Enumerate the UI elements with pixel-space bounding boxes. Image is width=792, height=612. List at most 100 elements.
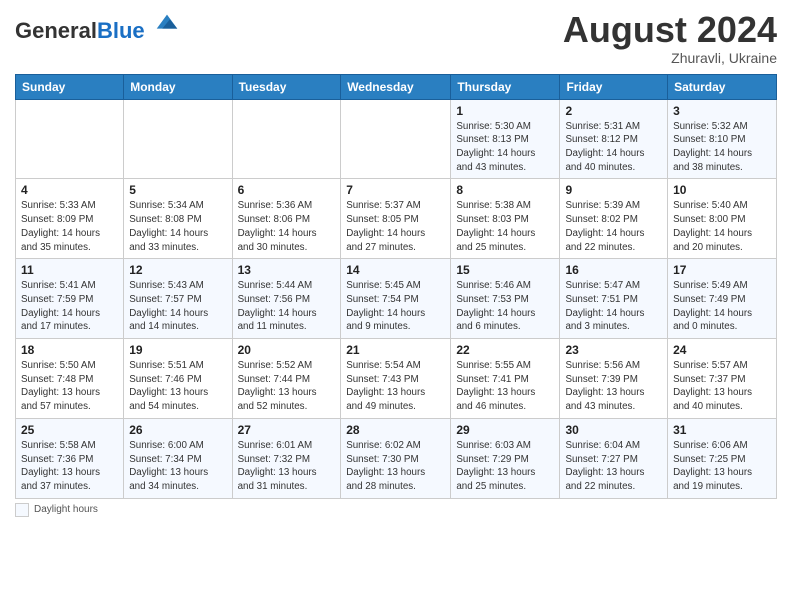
day-info: Sunrise: 5:45 AMSunset: 7:54 PMDaylight:… — [346, 279, 445, 334]
day-info: Sunrise: 5:50 AMSunset: 7:48 PMDaylight:… — [21, 359, 118, 414]
logo: GeneralBlue — [15, 10, 181, 43]
page-header: GeneralBlue August 2024 Zhuravli, Ukrain… — [15, 10, 777, 66]
day-number: 29 — [456, 423, 554, 437]
calendar-cell: 17 Sunrise: 5:49 AMSunset: 7:49 PMDayligh… — [668, 259, 777, 339]
day-info: Sunrise: 5:43 AMSunset: 7:57 PMDaylight:… — [129, 279, 226, 334]
day-info: Sunrise: 5:57 AMSunset: 7:37 PMDaylight:… — [673, 359, 771, 414]
calendar-cell: 6 Sunrise: 5:36 AMSunset: 8:06 PMDaylight… — [232, 179, 341, 259]
day-number: 8 — [456, 183, 554, 197]
day-info: Sunrise: 5:32 AMSunset: 8:10 PMDaylight:… — [673, 120, 771, 175]
calendar-cell: 26 Sunrise: 6:00 AMSunset: 7:34 PMDayligh… — [124, 418, 232, 498]
day-info: Sunrise: 5:56 AMSunset: 7:39 PMDaylight:… — [565, 359, 662, 414]
day-number: 7 — [346, 183, 445, 197]
calendar-cell: 3 Sunrise: 5:32 AMSunset: 8:10 PMDaylight… — [668, 99, 777, 179]
calendar-cell: 1 Sunrise: 5:30 AMSunset: 8:13 PMDaylight… — [451, 99, 560, 179]
header-wednesday: Wednesday — [341, 74, 451, 99]
day-number: 14 — [346, 263, 445, 277]
day-number: 13 — [238, 263, 336, 277]
day-info: Sunrise: 6:00 AMSunset: 7:34 PMDaylight:… — [129, 439, 226, 494]
day-info: Sunrise: 6:06 AMSunset: 7:25 PMDaylight:… — [673, 439, 771, 494]
logo-icon — [153, 10, 181, 38]
calendar-week-row: 1 Sunrise: 5:30 AMSunset: 8:13 PMDaylight… — [16, 99, 777, 179]
day-info: Sunrise: 5:36 AMSunset: 8:06 PMDaylight:… — [238, 199, 336, 254]
calendar-cell: 24 Sunrise: 5:57 AMSunset: 7:37 PMDayligh… — [668, 339, 777, 419]
calendar-table: Sunday Monday Tuesday Wednesday Thursday… — [15, 74, 777, 499]
day-number: 20 — [238, 343, 336, 357]
calendar-cell: 12 Sunrise: 5:43 AMSunset: 7:57 PMDayligh… — [124, 259, 232, 339]
calendar-cell: 27Sunrise: 6:01 AMSunset: 7:32 PMDayligh… — [232, 418, 341, 498]
legend-label: Daylight hours — [34, 504, 98, 515]
day-number: 30 — [565, 423, 662, 437]
calendar-cell: 28Sunrise: 6:02 AMSunset: 7:30 PMDayligh… — [341, 418, 451, 498]
weekday-header-row: Sunday Monday Tuesday Wednesday Thursday… — [16, 74, 777, 99]
day-info: Sunrise: 5:51 AMSunset: 7:46 PMDaylight:… — [129, 359, 226, 414]
day-number: 4 — [21, 183, 118, 197]
calendar-cell — [16, 99, 124, 179]
day-number: 18 — [21, 343, 118, 357]
day-number: 22 — [456, 343, 554, 357]
day-number: 21 — [346, 343, 445, 357]
day-number: 11 — [21, 263, 118, 277]
calendar-cell: 7Sunrise: 5:37 AMSunset: 8:05 PMDaylight… — [341, 179, 451, 259]
calendar-cell: 8Sunrise: 5:38 AMSunset: 8:03 PMDaylight… — [451, 179, 560, 259]
calendar-week-row: 18 Sunrise: 5:50 AMSunset: 7:48 PMDayligh… — [16, 339, 777, 419]
day-info: Sunrise: 5:44 AMSunset: 7:56 PMDaylight:… — [238, 279, 336, 334]
day-info: Sunrise: 5:46 AMSunset: 7:53 PMDaylight:… — [456, 279, 554, 334]
calendar-cell: 13 Sunrise: 5:44 AMSunset: 7:56 PMDayligh… — [232, 259, 341, 339]
calendar-cell: 31Sunrise: 6:06 AMSunset: 7:25 PMDayligh… — [668, 418, 777, 498]
day-info: Sunrise: 5:58 AMSunset: 7:36 PMDaylight:… — [21, 439, 118, 494]
day-info: Sunrise: 5:52 AMSunset: 7:44 PMDaylight:… — [238, 359, 336, 414]
day-info: Sunrise: 5:54 AMSunset: 7:43 PMDaylight:… — [346, 359, 445, 414]
calendar-cell: 14 Sunrise: 5:45 AMSunset: 7:54 PMDayligh… — [341, 259, 451, 339]
day-number: 24 — [673, 343, 771, 357]
month-year-title: August 2024 — [563, 10, 777, 50]
day-number: 2 — [565, 104, 662, 118]
calendar-cell: 23Sunrise: 5:56 AMSunset: 7:39 PMDayligh… — [560, 339, 668, 419]
day-info: Sunrise: 6:03 AMSunset: 7:29 PMDaylight:… — [456, 439, 554, 494]
calendar-cell: 16 Sunrise: 5:47 AMSunset: 7:51 PMDayligh… — [560, 259, 668, 339]
day-number: 16 — [565, 263, 662, 277]
calendar-cell: 11 Sunrise: 5:41 AMSunset: 7:59 PMDayligh… — [16, 259, 124, 339]
day-info: Sunrise: 5:49 AMSunset: 7:49 PMDaylight:… — [673, 279, 771, 334]
location-subtitle: Zhuravli, Ukraine — [563, 50, 777, 66]
calendar-cell: 30 Sunrise: 6:04 AMSunset: 7:27 PMDayligh… — [560, 418, 668, 498]
day-number: 12 — [129, 263, 226, 277]
day-number: 9 — [565, 183, 662, 197]
title-block: August 2024 Zhuravli, Ukraine — [563, 10, 777, 66]
day-info: Sunrise: 5:40 AMSunset: 8:00 PMDaylight:… — [673, 199, 771, 254]
calendar-cell — [232, 99, 341, 179]
day-info: Sunrise: 5:39 AMSunset: 8:02 PMDaylight:… — [565, 199, 662, 254]
calendar-cell — [341, 99, 451, 179]
header-monday: Monday — [124, 74, 232, 99]
calendar-cell: 21 Sunrise: 5:54 AMSunset: 7:43 PMDayligh… — [341, 339, 451, 419]
calendar-cell: 10 Sunrise: 5:40 AMSunset: 8:00 PMDayligh… — [668, 179, 777, 259]
day-number: 10 — [673, 183, 771, 197]
header-tuesday: Tuesday — [232, 74, 341, 99]
header-friday: Friday — [560, 74, 668, 99]
header-sunday: Sunday — [16, 74, 124, 99]
calendar-cell: 5Sunrise: 5:34 AMSunset: 8:08 PMDaylight… — [124, 179, 232, 259]
day-number: 28 — [346, 423, 445, 437]
legend: Daylight hours — [15, 503, 777, 517]
day-number: 19 — [129, 343, 226, 357]
calendar-week-row: 25Sunrise: 5:58 AMSunset: 7:36 PMDayligh… — [16, 418, 777, 498]
day-number: 6 — [238, 183, 336, 197]
day-number: 1 — [456, 104, 554, 118]
calendar-cell: 4Sunrise: 5:33 AMSunset: 8:09 PMDaylight… — [16, 179, 124, 259]
day-number: 26 — [129, 423, 226, 437]
day-number: 3 — [673, 104, 771, 118]
header-saturday: Saturday — [668, 74, 777, 99]
day-info: Sunrise: 5:30 AMSunset: 8:13 PMDaylight:… — [456, 120, 554, 175]
legend-box — [15, 503, 29, 517]
day-info: Sunrise: 6:04 AMSunset: 7:27 PMDaylight:… — [565, 439, 662, 494]
calendar-cell: 20 Sunrise: 5:52 AMSunset: 7:44 PMDayligh… — [232, 339, 341, 419]
day-info: Sunrise: 5:41 AMSunset: 7:59 PMDaylight:… — [21, 279, 118, 334]
calendar-cell: 19 Sunrise: 5:51 AMSunset: 7:46 PMDayligh… — [124, 339, 232, 419]
calendar-cell: 22Sunrise: 5:55 AMSunset: 7:41 PMDayligh… — [451, 339, 560, 419]
day-number: 17 — [673, 263, 771, 277]
day-number: 27 — [238, 423, 336, 437]
calendar-week-row: 11 Sunrise: 5:41 AMSunset: 7:59 PMDayligh… — [16, 259, 777, 339]
day-info: Sunrise: 5:34 AMSunset: 8:08 PMDaylight:… — [129, 199, 226, 254]
day-info: Sunrise: 5:47 AMSunset: 7:51 PMDaylight:… — [565, 279, 662, 334]
logo-general: General — [15, 18, 97, 43]
